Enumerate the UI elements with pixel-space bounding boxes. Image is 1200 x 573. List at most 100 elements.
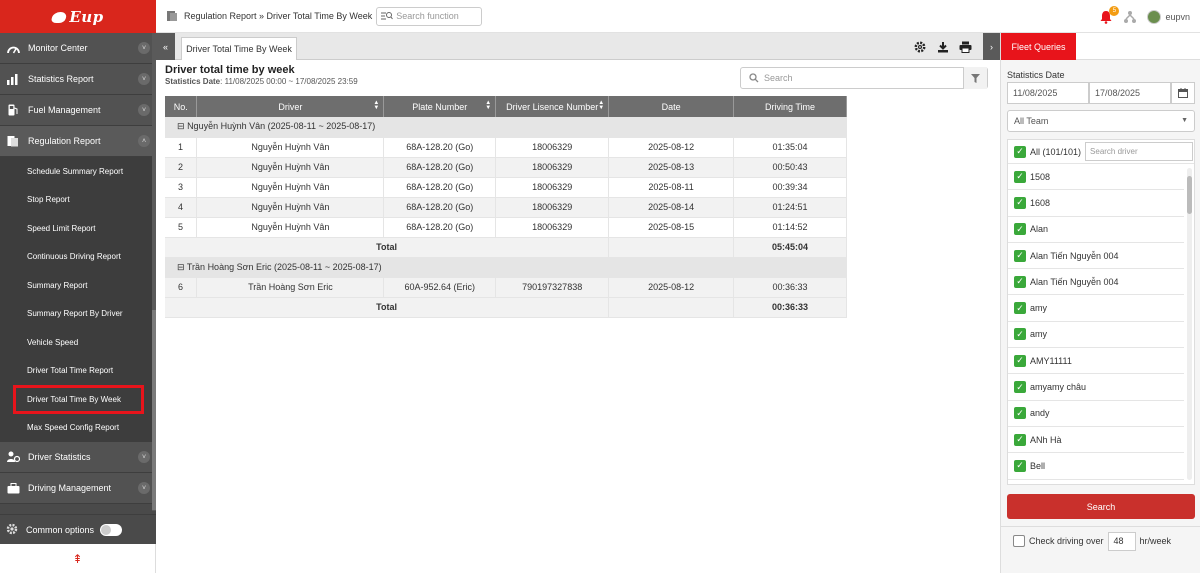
breadcrumb[interactable]: Regulation Report » Driver Total Time By…: [184, 11, 372, 21]
checkbox-checked-icon[interactable]: ✓: [1014, 196, 1026, 209]
driver-list-item[interactable]: ✓ 1608: [1008, 190, 1184, 217]
checkbox-checked-icon[interactable]: ✓: [1014, 459, 1026, 472]
driver-list-scrollbar[interactable]: [1187, 168, 1192, 480]
checkbox-checked-icon[interactable]: ✓: [1014, 302, 1026, 315]
sidebar-subitem-stop-report[interactable]: Stop Report: [0, 186, 156, 215]
checkbox-checked-icon[interactable]: ✓: [1014, 354, 1026, 367]
checkbox-checked-icon[interactable]: ✓: [1014, 407, 1026, 420]
column-header[interactable]: Plate Number ▲ ▼: [383, 96, 497, 117]
driver-list-item[interactable]: ✓ Alan Tiến Nguyễn 004: [1008, 243, 1184, 270]
table-row[interactable]: 4 Nguyễn Huỳnh Vân 68A-128.20 (Go) 18006329…: [165, 197, 847, 218]
driver-list-item[interactable]: ✓ andy: [1008, 401, 1184, 427]
sort-icon[interactable]: ▲ ▼: [598, 100, 604, 111]
sidebar-item-driving-management[interactable]: Driving Management ˅: [0, 473, 156, 504]
driver-list-item[interactable]: ✓ Alan: [1008, 217, 1184, 243]
sidebar-item-regulation-report[interactable]: Regulation Report ˄: [0, 126, 156, 157]
logo-bar[interactable]: Eup: [0, 0, 156, 33]
chevron-down-icon[interactable]: ˅: [138, 104, 150, 116]
table-cell: 790197327838: [495, 277, 610, 298]
checkbox-checked-icon[interactable]: ✓: [1014, 275, 1026, 288]
sidebar-subitem-driver-total-time-by-week[interactable]: Driver Total Time By Week: [13, 385, 144, 414]
column-header[interactable]: Driver ▲ ▼: [196, 96, 385, 117]
driver-list-item[interactable]: ✓ Alan Tiến Nguyễn 004: [1008, 269, 1184, 296]
common-options[interactable]: Common options: [0, 514, 156, 544]
logo[interactable]: Eup: [50, 8, 103, 26]
search-function-input[interactable]: Search function: [376, 6, 483, 26]
collapse-minus-icon[interactable]: ⊟: [177, 121, 185, 131]
checkbox-checked-icon[interactable]: ✓: [1014, 145, 1026, 158]
table-row[interactable]: 2 Nguyễn Huỳnh Vân 68A-128.20 (Go) 18006329…: [165, 157, 847, 178]
checkbox-checked-icon[interactable]: ✓: [1014, 170, 1026, 183]
back-to-top-button[interactable]: ⇞: [0, 544, 156, 573]
date-from-input[interactable]: 11/08/2025: [1007, 82, 1089, 104]
team-select[interactable]: All Team ▼: [1007, 110, 1195, 132]
checkbox-checked-icon[interactable]: ✓: [1014, 223, 1026, 236]
sort-icon[interactable]: ▲ ▼: [373, 100, 379, 111]
report-table: No. Driver ▲ ▼ Plate Number ▲ ▼ Driver Lisence …: [165, 96, 847, 318]
avatar[interactable]: [1147, 9, 1162, 24]
select-all-drivers[interactable]: ✓ All (101/101) Search driver: [1008, 140, 1194, 164]
username[interactable]: eupvn: [1165, 12, 1190, 22]
sidebar-subitem-driver-total-time-report[interactable]: Driver Total Time Report: [0, 357, 156, 386]
sidebar-item-fuel-management[interactable]: Fuel Management ˅: [0, 95, 156, 126]
sidebar-subitem-schedule-summary-report[interactable]: Schedule Summary Report: [0, 157, 156, 186]
date-to-input[interactable]: 17/08/2025: [1089, 82, 1171, 104]
search-button[interactable]: Search: [1007, 494, 1195, 519]
common-options-toggle[interactable]: [100, 523, 123, 536]
chevron-down-icon[interactable]: ˅: [138, 73, 150, 85]
driver-list-item[interactable]: ✓ amy: [1008, 295, 1184, 322]
checkbox-checked-icon[interactable]: ✓: [1014, 381, 1026, 394]
total-value: 05:45:04: [733, 237, 847, 258]
group-row[interactable]: ⊟ Trần Hoàng Sơn Eric (2025-08-11 ~ 2025…: [165, 257, 847, 278]
sidebar-item-statistics-report[interactable]: Statistics Report ˅: [0, 64, 156, 95]
calendar-button[interactable]: [1171, 82, 1195, 104]
driver-list-item[interactable]: ✓ AMY11111: [1008, 348, 1184, 375]
sort-icon[interactable]: ▲ ▼: [485, 100, 491, 111]
expand-panel-button[interactable]: ›: [983, 33, 1000, 60]
sidebar-subitem-continuous-driving-report[interactable]: Continuous Driving Report: [0, 243, 156, 272]
check-driving-over: Check driving over 48 hr/week: [1013, 530, 1171, 552]
driver-list-item[interactable]: ✓ amy: [1008, 322, 1184, 349]
checkbox-checked-icon[interactable]: ✓: [1014, 249, 1026, 262]
chevron-down-icon[interactable]: ˅: [138, 451, 150, 463]
table-row[interactable]: 5 Nguyễn Huỳnh Vân 68A-128.20 (Go) 18006329…: [165, 217, 847, 238]
driver-list-item[interactable]: ✓ amyamy châu: [1008, 374, 1184, 401]
sidebar-subitem-vehicle-speed[interactable]: Vehicle Speed: [0, 328, 156, 357]
hours-input[interactable]: 48: [1107, 531, 1136, 551]
tab-fleet-queries[interactable]: Fleet Queries: [1001, 33, 1076, 60]
checkbox-checked-icon[interactable]: ✓: [1014, 433, 1026, 446]
sidebar-subitem-speed-limit-report[interactable]: Speed Limit Report: [0, 214, 156, 243]
table-search-input[interactable]: Search: [740, 67, 988, 89]
sidebar-subitem-max-speed-config-report[interactable]: Max Speed Config Report: [0, 414, 156, 443]
column-header[interactable]: Driver Lisence Number ▲ ▼: [495, 96, 610, 117]
notification-button[interactable]: 5: [1099, 5, 1120, 24]
check-driving-over-checkbox[interactable]: [1013, 535, 1025, 547]
print-icon[interactable]: [959, 40, 972, 53]
driver-list-item[interactable]: ✓ ANh Hà: [1008, 427, 1184, 454]
chevron-down-icon[interactable]: ˅: [138, 482, 150, 494]
driver-list-item[interactable]: ✓ Bell: [1008, 453, 1184, 480]
collapse-minus-icon[interactable]: ⊟: [177, 262, 185, 272]
tab-driver-total-time-by-week[interactable]: Driver Total Time By Week: [181, 37, 297, 60]
filter-button[interactable]: [963, 67, 987, 89]
sidebar-item-driver-statistics[interactable]: Driver Statistics ˅: [0, 442, 156, 473]
sidebar-item-monitor-center[interactable]: Monitor Center ˅: [0, 33, 156, 64]
table-row[interactable]: 1 Nguyễn Huỳnh Vân 68A-128.20 (Go) 18006329…: [165, 137, 847, 158]
sidebar-subitem-summary-report-by-driver[interactable]: Summary Report By Driver: [0, 300, 156, 329]
table-row[interactable]: 6 Trần Hoàng Sơn Eric 60A-952.64 (Eric) 790…: [165, 277, 847, 298]
group-header[interactable]: ⊟ Trần Hoàng Sơn Eric (2025-08-11 ~ 2025…: [165, 257, 847, 278]
driver-search-input[interactable]: Search driver: [1085, 142, 1194, 161]
download-icon[interactable]: [936, 40, 949, 53]
account-tree-icon[interactable]: [1123, 10, 1137, 24]
chevron-down-icon[interactable]: ˅: [138, 42, 150, 54]
chevron-up-icon[interactable]: ˄: [138, 135, 150, 147]
settings-gear-icon[interactable]: [913, 40, 926, 53]
sidebar-subitem-summary-report[interactable]: Summary Report: [0, 271, 156, 300]
table-row[interactable]: 3 Nguyễn Huỳnh Vân 68A-128.20 (Go) 18006329…: [165, 177, 847, 198]
group-header[interactable]: ⊟ Nguyễn Huỳnh Vân (2025-08-11 ~ 2025-08…: [165, 117, 847, 138]
group-row[interactable]: ⊟ Nguyễn Huỳnh Vân (2025-08-11 ~ 2025-08…: [165, 117, 847, 138]
sidebar-scrollbar[interactable]: [152, 33, 156, 511]
checkbox-checked-icon[interactable]: ✓: [1014, 328, 1026, 341]
collapse-sidebar-button[interactable]: «: [156, 33, 175, 60]
driver-list-item[interactable]: ✓ 1508: [1008, 164, 1184, 191]
